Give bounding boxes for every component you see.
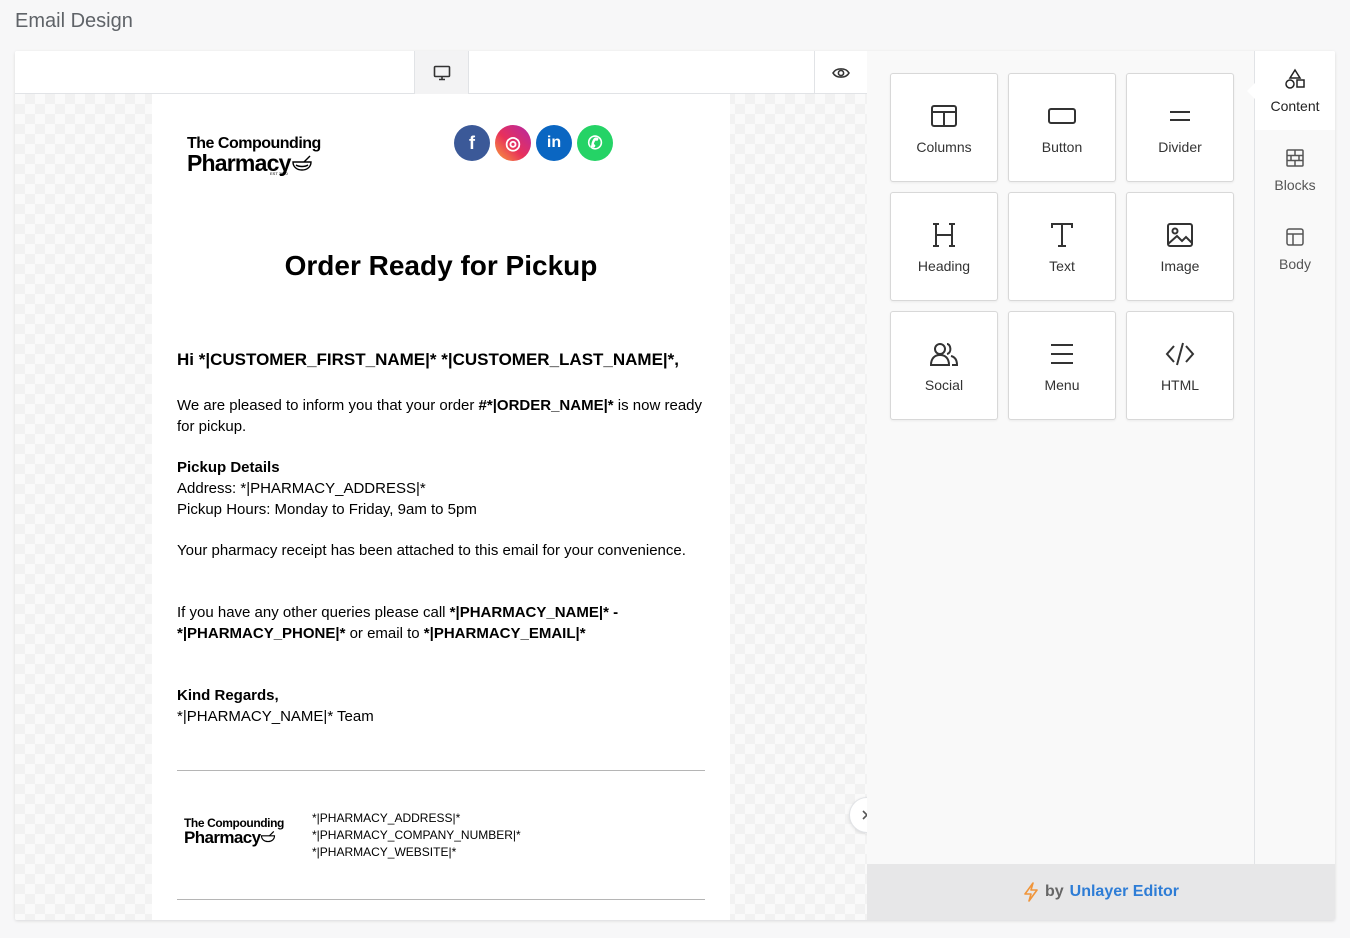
order-number: #*|ORDER_NAME|* (478, 397, 614, 414)
tool-label: Divider (1158, 138, 1202, 155)
tool-label: Text (1049, 257, 1075, 274)
tab-body[interactable]: Body (1255, 209, 1335, 288)
branding-by: by (1044, 883, 1064, 900)
p1-pre: We are pleased to inform you that your o… (177, 397, 479, 414)
footer-website: *|PHARMACY_WEBSITE|* (312, 845, 457, 859)
mortar-pestle-icon (261, 831, 276, 843)
order-ready-paragraph[interactable]: We are pleased to inform you that your o… (177, 395, 717, 437)
tool-button[interactable]: Button (1008, 73, 1116, 182)
footer-logo-bottom: Pharmacy (184, 829, 294, 846)
tab-label: Blocks (1274, 176, 1316, 193)
tool-label: Image (1160, 257, 1200, 274)
queries-pharmacy-name: *|PHARMACY_NAME|* (449, 604, 609, 621)
page-title: Email Design (15, 10, 133, 32)
footer-address: *|PHARMACY_ADDRESS|* (312, 811, 461, 825)
desktop-icon (433, 65, 450, 80)
tool-image[interactable]: Image (1126, 192, 1234, 301)
queries-mid: or email to (345, 625, 424, 642)
social-icon (929, 342, 959, 366)
canvas-toolbar (15, 51, 867, 94)
branding-name: Unlayer Editor (1069, 883, 1180, 900)
email-body[interactable]: The Compounding Pharmacy EST 2020 f ◎ in… (152, 94, 730, 920)
divider-bottom[interactable] (177, 899, 705, 900)
greeting-text[interactable]: Hi *|CUSTOMER_FIRST_NAME|* *|CUSTOMER_LA… (177, 349, 717, 370)
tool-divider[interactable]: Divider (1126, 73, 1234, 182)
social-icons: f ◎ in ✆ (454, 125, 613, 161)
tab-content[interactable]: Content (1247, 51, 1335, 130)
tool-html[interactable]: HTML (1126, 311, 1234, 420)
receipt-paragraph[interactable]: Your pharmacy receipt has been attached … (177, 540, 717, 561)
signoff-team: *|PHARMACY_NAME|* Team (177, 708, 374, 725)
tool-label: Columns (916, 138, 972, 155)
image-icon (1167, 222, 1193, 247)
pickup-address: Address: *|PHARMACY_ADDRESS|* (177, 480, 426, 497)
body-layout-icon (1286, 227, 1304, 246)
heading-icon (933, 222, 955, 247)
queries-pre: If you have any other queries please cal… (177, 604, 450, 621)
tool-label: Button (1041, 138, 1083, 155)
footer-logo-word: Pharmacy (184, 828, 261, 847)
menu-icon (1051, 343, 1073, 364)
queries-paragraph[interactable]: If you have any other queries please cal… (177, 602, 717, 644)
bolt-icon (1024, 882, 1038, 902)
whatsapp-icon[interactable]: ✆ (577, 125, 613, 161)
footer-company-number: *|PHARMACY_COMPANY_NUMBER|* (312, 828, 521, 842)
footer-info[interactable]: *|PHARMACY_ADDRESS|* *|PHARMACY_COMPANY_… (312, 810, 521, 861)
tool-label: Heading (917, 257, 971, 274)
columns-icon (931, 104, 957, 127)
email-canvas: The Compounding Pharmacy EST 2020 f ◎ in… (15, 51, 867, 920)
tool-label: HTML (1160, 376, 1200, 393)
signoff[interactable]: Kind Regards, *|PHARMACY_NAME|* Team (177, 685, 717, 727)
tool-grid: Columns Button Divider Heading Text Imag… (890, 73, 1234, 420)
side-tabs: Content Blocks Body (1247, 51, 1335, 864)
email-heading[interactable]: Order Ready for Pickup (152, 250, 730, 282)
code-icon (1165, 342, 1195, 365)
tool-heading[interactable]: Heading (890, 192, 998, 301)
queries-email: *|PHARMACY_EMAIL|* (423, 625, 586, 642)
divider-top[interactable] (177, 770, 705, 771)
signoff-title: Kind Regards, (177, 687, 279, 704)
unlayer-branding[interactable]: by Unlayer Editor (867, 864, 1335, 920)
tab-label: Content (1270, 97, 1320, 114)
desktop-view-button[interactable] (414, 51, 469, 94)
pickup-title: Pickup Details (177, 459, 280, 476)
queries-dash: - (608, 604, 619, 621)
email-editor: The Compounding Pharmacy EST 2020 f ◎ in… (15, 51, 1335, 920)
queries-phone: *|PHARMACY_PHONE|* (177, 625, 346, 642)
button-icon (1048, 107, 1076, 124)
tool-social[interactable]: Social (890, 311, 998, 420)
text-icon (1051, 222, 1073, 247)
footer-logo[interactable]: The Compounding Pharmacy (184, 817, 294, 846)
tab-label: Body (1279, 255, 1311, 272)
tool-label: Social (924, 376, 964, 393)
tool-text[interactable]: Text (1008, 192, 1116, 301)
instagram-icon[interactable]: ◎ (495, 125, 531, 161)
divider-icon (1170, 110, 1190, 121)
pharmacy-logo[interactable]: The Compounding Pharmacy EST 2020 (187, 136, 337, 177)
tab-blocks[interactable]: Blocks (1255, 130, 1335, 209)
content-tools-panel: Columns Button Divider Heading Text Imag… (867, 51, 1255, 864)
tool-menu[interactable]: Menu (1008, 311, 1116, 420)
pickup-details[interactable]: Pickup Details Address: *|PHARMACY_ADDRE… (177, 457, 717, 520)
pickup-hours: Pickup Hours: Monday to Friday, 9am to 5… (177, 501, 477, 518)
preview-button[interactable] (814, 51, 867, 94)
shapes-icon (1285, 68, 1305, 89)
mortar-pestle-icon (291, 155, 312, 171)
tool-label: Menu (1044, 376, 1080, 393)
linkedin-icon[interactable]: in (536, 125, 572, 161)
eye-icon (832, 67, 850, 78)
blocks-icon (1286, 148, 1304, 167)
facebook-icon[interactable]: f (454, 125, 490, 161)
tool-columns[interactable]: Columns (890, 73, 998, 182)
